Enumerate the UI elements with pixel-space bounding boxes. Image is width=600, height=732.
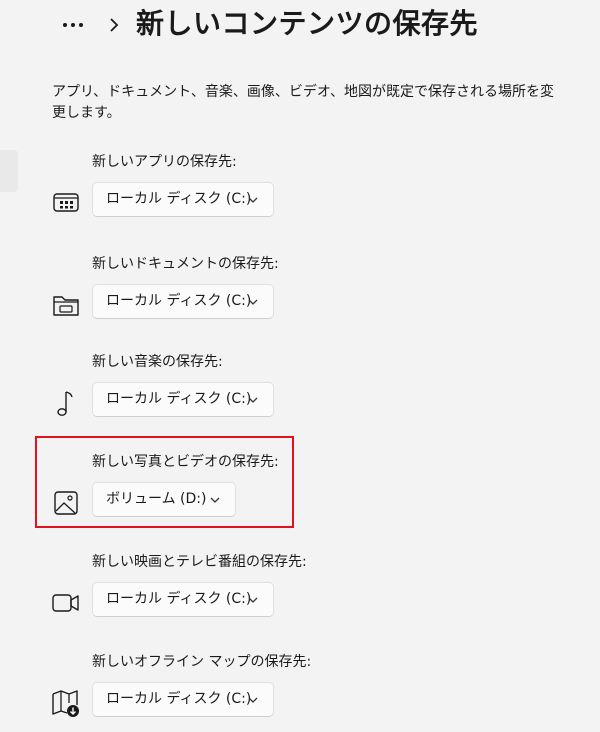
apps-location-dropdown[interactable]: ローカル ディスク (C:) xyxy=(92,182,274,217)
setting-new-offline-maps: 新しいオフライン マップの保存先: ローカル ディスク (C:) xyxy=(0,652,600,732)
chevron-down-icon xyxy=(248,299,258,305)
highlight-annotation xyxy=(35,436,294,528)
setting-label: 新しい音楽の保存先: xyxy=(92,354,223,370)
dropdown-value: ローカル ディスク (C:) xyxy=(106,191,252,207)
dropdown-value: ローカル ディスク (C:) xyxy=(106,293,252,309)
app-icon xyxy=(53,193,79,212)
video-camera-icon xyxy=(52,594,79,612)
movies-tv-location-dropdown[interactable]: ローカル ディスク (C:) xyxy=(92,582,274,617)
offline-map-icon xyxy=(52,690,79,717)
setting-label: 新しいアプリの保存先: xyxy=(92,154,237,170)
setting-label: 新しいオフライン マップの保存先: xyxy=(92,654,312,670)
more-button[interactable] xyxy=(56,10,90,40)
settings-page: 新しいコンテンツの保存先 アプリ、ドキュメント、音楽、画像、ビデオ、地図が既定で… xyxy=(0,0,600,732)
setting-new-documents: 新しいドキュメントの保存先: ローカル ディスク (C:) xyxy=(0,254,600,344)
offline-maps-location-dropdown[interactable]: ローカル ディスク (C:) xyxy=(92,682,274,717)
chevron-right-icon xyxy=(110,18,119,32)
header: 新しいコンテンツの保存先 xyxy=(0,0,600,60)
more-dot xyxy=(79,23,83,27)
chevron-down-icon xyxy=(248,597,258,603)
setting-new-music: 新しい音楽の保存先: ローカル ディスク (C:) xyxy=(0,352,600,442)
page-description: アプリ、ドキュメント、音楽、画像、ビデオ、地図が既定で保存される場所を変更します… xyxy=(52,84,555,121)
dropdown-value: ローカル ディスク (C:) xyxy=(106,391,252,407)
more-horizontal-icon xyxy=(63,23,67,27)
chevron-down-icon xyxy=(248,197,258,203)
setting-label: 新しいドキュメントの保存先: xyxy=(92,256,279,272)
music-location-dropdown[interactable]: ローカル ディスク (C:) xyxy=(92,382,274,417)
setting-label: 新しい映画とテレビ番組の保存先: xyxy=(92,554,307,570)
setting-new-movies-tv: 新しい映画とテレビ番組の保存先: ローカル ディスク (C:) xyxy=(0,552,600,642)
page-title: 新しいコンテンツの保存先 xyxy=(136,7,479,40)
folder-document-icon xyxy=(53,296,79,316)
more-dot xyxy=(71,23,75,27)
setting-new-apps: 新しいアプリの保存先: ローカル ディスク (C:) xyxy=(0,152,600,242)
chevron-down-icon xyxy=(248,697,258,703)
dropdown-value: ローカル ディスク (C:) xyxy=(106,691,252,707)
music-note-icon xyxy=(57,391,73,416)
documents-location-dropdown[interactable]: ローカル ディスク (C:) xyxy=(92,284,274,319)
dropdown-value: ローカル ディスク (C:) xyxy=(106,591,252,607)
chevron-down-icon xyxy=(248,397,258,403)
